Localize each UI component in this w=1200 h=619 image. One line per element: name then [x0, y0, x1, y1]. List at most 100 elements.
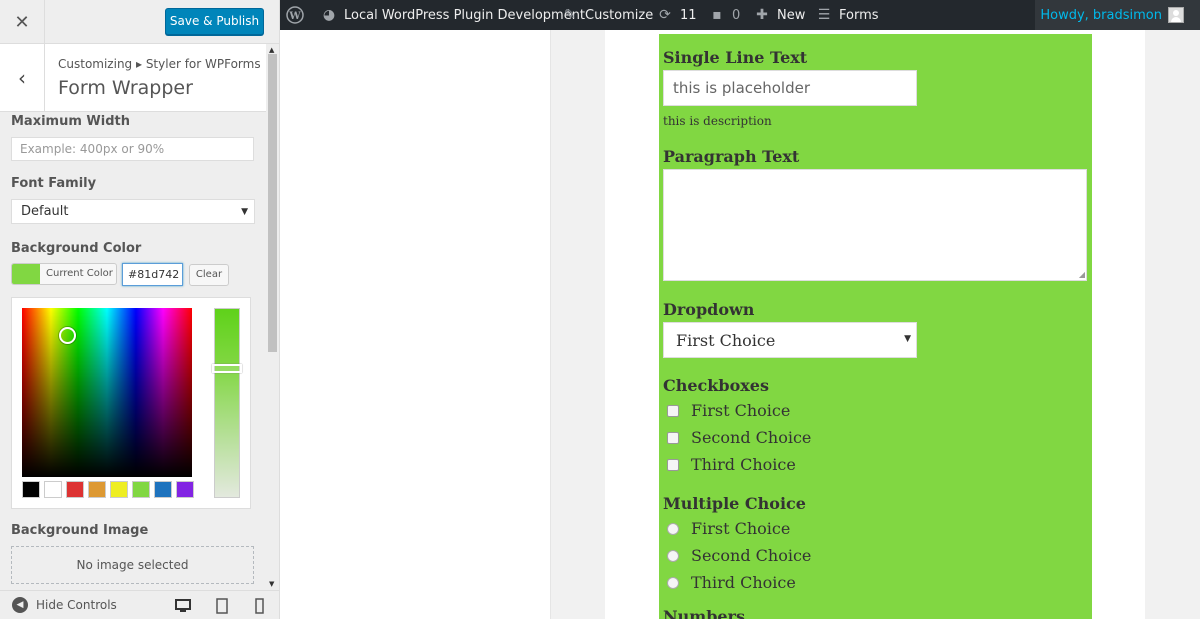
checkbox-label: Third Choice: [691, 455, 796, 474]
palette-swatch[interactable]: [66, 481, 84, 498]
max-width-label: Maximum Width: [11, 114, 130, 129]
page-margin-left: [550, 30, 605, 619]
color-picker: [11, 297, 251, 509]
new-label: New: [777, 7, 806, 23]
wordpress-icon: W: [286, 6, 304, 24]
color-palette: [22, 481, 194, 498]
updates-count: 11: [680, 7, 697, 23]
plus-icon: ✚: [756, 7, 768, 23]
wordpress-logo-button[interactable]: W: [286, 0, 304, 30]
radio-button[interactable]: [667, 549, 679, 562]
checkbox-option[interactable]: Second Choice: [667, 428, 811, 447]
clear-color-button[interactable]: Clear: [189, 264, 229, 286]
dropdown-arrow-icon: ▼: [904, 334, 911, 344]
scroll-up-icon[interactable]: ▲: [269, 46, 274, 54]
numbers-label: Numbers: [663, 607, 745, 619]
current-color-swatch: [12, 264, 40, 284]
controls-area: Maximum Width Example: 400px or 90% Font…: [0, 112, 266, 590]
checkbox[interactable]: [667, 458, 679, 471]
dropdown-select[interactable]: First Choice ▼: [663, 322, 917, 358]
scroll-down-icon[interactable]: ▼: [269, 580, 274, 588]
site-preview: Single Line Text this is placeholder thi…: [280, 30, 1200, 619]
single-line-input[interactable]: this is placeholder: [663, 70, 917, 106]
resize-grip-icon[interactable]: ◢: [1079, 270, 1085, 279]
radio-option[interactable]: First Choice: [667, 519, 790, 538]
desktop-preview-icon[interactable]: [175, 598, 191, 614]
back-arrow-icon[interactable]: ‹: [0, 44, 45, 111]
customize-link[interactable]: ✎ Customize: [561, 0, 653, 30]
site-name-label: Local WordPress Plugin Development: [344, 7, 586, 23]
avatar: [1168, 7, 1184, 23]
scrollbar-thumb[interactable]: [268, 54, 277, 352]
field-description: this is description: [663, 114, 772, 128]
customizer-header: ✕ Save & Publish: [0, 0, 279, 44]
radio-label: First Choice: [691, 519, 791, 538]
radio-button[interactable]: [667, 522, 679, 535]
color-handle[interactable]: [59, 327, 76, 344]
customize-label: Customize: [585, 7, 654, 23]
palette-swatch[interactable]: [88, 481, 106, 498]
sidebar-scrollbar[interactable]: ▲ ▼: [266, 44, 279, 590]
tablet-preview-icon[interactable]: [214, 598, 230, 614]
forms-link[interactable]: ☰ Forms: [815, 0, 879, 30]
panel-title: Form Wrapper: [58, 77, 193, 99]
max-width-input[interactable]: Example: 400px or 90%: [11, 137, 254, 161]
updates-icon: ⟳: [659, 7, 671, 23]
palette-swatch[interactable]: [44, 481, 62, 498]
updates-link[interactable]: ⟳ 11: [656, 0, 697, 30]
user-account-menu[interactable]: Howdy, bradsimon: [1035, 0, 1200, 30]
customizer-footer: ◀ Hide Controls: [0, 590, 279, 619]
color-lightness-slider[interactable]: [212, 308, 242, 498]
site-name-link[interactable]: ◕ Local WordPress Plugin Development: [320, 0, 585, 30]
brush-icon: ✎: [564, 7, 576, 23]
breadcrumb: Customizing ▸ Styler for WPForms: [58, 57, 261, 71]
collapse-icon: ◀: [12, 597, 28, 613]
checkbox-option[interactable]: Third Choice: [667, 455, 796, 474]
radio-label: Second Choice: [691, 546, 812, 565]
font-family-value: Default: [21, 204, 69, 219]
palette-swatch[interactable]: [132, 481, 150, 498]
comments-count: 0: [732, 7, 741, 23]
checkboxes-label: Checkboxes: [663, 376, 769, 395]
checkbox-label: Second Choice: [691, 428, 812, 447]
paragraph-textarea[interactable]: ◢: [663, 169, 1087, 281]
paragraph-label: Paragraph Text: [663, 147, 800, 166]
dropdown-value: First Choice: [676, 331, 776, 350]
radio-option[interactable]: Second Choice: [667, 546, 811, 565]
dashboard-icon: ◕: [322, 7, 336, 23]
admin-bar: W ◕ Local WordPress Plugin Development ✎…: [280, 0, 1200, 30]
palette-swatch[interactable]: [176, 481, 194, 498]
font-family-select[interactable]: Default ▼: [11, 199, 255, 224]
checkbox-option[interactable]: First Choice: [667, 401, 790, 420]
checkbox[interactable]: [667, 431, 679, 444]
radio-button[interactable]: [667, 576, 679, 589]
form-wrapper: Single Line Text this is placeholder thi…: [659, 34, 1092, 619]
howdy-label: Howdy, bradsimon: [1040, 7, 1162, 23]
single-line-label: Single Line Text: [663, 48, 808, 67]
current-color-button[interactable]: Current Color: [11, 263, 117, 285]
background-color-label: Background Color: [11, 241, 142, 256]
save-publish-button[interactable]: Save & Publish: [165, 8, 264, 35]
dropdown-arrow-icon: ▼: [241, 207, 248, 217]
new-content-link[interactable]: ✚ New: [753, 0, 805, 30]
hide-controls-button[interactable]: ◀ Hide Controls: [12, 597, 117, 613]
hide-controls-label: Hide Controls: [36, 598, 117, 612]
palette-swatch[interactable]: [110, 481, 128, 498]
color-saturation-square[interactable]: [22, 308, 192, 477]
palette-swatch[interactable]: [154, 481, 172, 498]
slider-handle[interactable]: [212, 364, 242, 373]
palette-swatch[interactable]: [22, 481, 40, 498]
mobile-preview-icon[interactable]: [251, 598, 267, 614]
close-icon[interactable]: ✕: [0, 0, 45, 44]
multiple-choice-label: Multiple Choice: [663, 494, 806, 513]
comments-link[interactable]: ▪ 0: [708, 0, 740, 30]
checkbox[interactable]: [667, 404, 679, 417]
radio-label: Third Choice: [691, 573, 796, 592]
comment-icon: ▪: [712, 7, 722, 23]
customizer-sidebar: ✕ Save & Publish ‹ Customizing ▸ Styler …: [0, 0, 280, 619]
radio-option[interactable]: Third Choice: [667, 573, 796, 592]
hex-color-input[interactable]: #81d742: [122, 263, 183, 286]
current-color-label: Current Color: [46, 268, 113, 279]
forms-icon: ☰: [817, 7, 831, 23]
image-placeholder[interactable]: No image selected: [11, 546, 254, 584]
